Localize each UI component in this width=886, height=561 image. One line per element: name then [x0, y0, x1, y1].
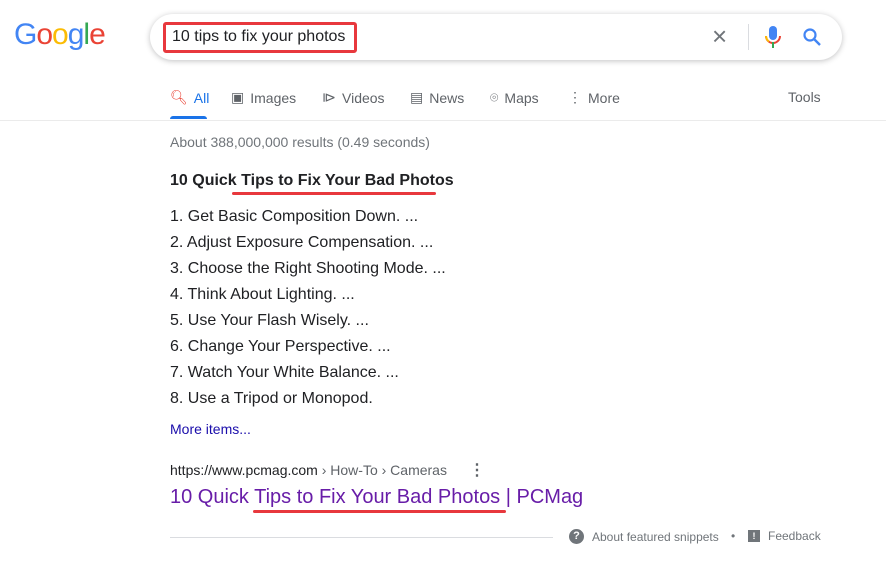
image-icon: ▣	[231, 89, 245, 105]
feedback-button[interactable]: ! Feedback	[748, 529, 821, 543]
tab-news[interactable]: ▤ News	[410, 89, 464, 106]
search-input[interactable]: 10 tips to fix your photos	[163, 22, 357, 53]
mic-icon[interactable]	[764, 25, 782, 49]
list-item: 2. Adjust Exposure Compensation. ...	[170, 234, 434, 251]
list-item: 5. Use Your Flash Wisely. ...	[170, 312, 369, 329]
about-featured-snippets[interactable]: ? About featured snippets	[569, 529, 719, 544]
divider	[0, 120, 886, 121]
help-icon: ?	[569, 529, 584, 544]
tab-images[interactable]: ▣ Images	[231, 89, 296, 106]
google-logo[interactable]: Google	[14, 18, 106, 52]
more-items-link[interactable]: More items...	[170, 421, 251, 437]
more-vert-icon: ⋮	[568, 89, 582, 105]
more-options-icon[interactable]: ⋮	[469, 460, 485, 480]
divider	[170, 537, 553, 538]
footer-separator: •	[731, 529, 736, 543]
tab-maps[interactable]: ⌾ Maps	[490, 89, 539, 106]
play-icon: ⧐	[322, 89, 336, 105]
active-tab-indicator	[170, 116, 207, 119]
snippet-title: 10 Quick Tips to Fix Your Bad Photos	[170, 172, 454, 189]
divider	[748, 24, 749, 50]
list-item: 1. Get Basic Composition Down. ...	[170, 208, 419, 225]
tab-more[interactable]: ⋮ More	[568, 89, 620, 106]
list-item: 8. Use a Tripod or Monopod.	[170, 390, 373, 407]
news-icon: ▤	[410, 89, 424, 105]
highlight-underline	[253, 510, 506, 513]
list-item: 4. Think About Lighting. ...	[170, 286, 355, 303]
result-url[interactable]: https://www.pcmag.com › How-To › Cameras	[170, 462, 447, 478]
search-icon: 🔍︎	[170, 89, 188, 105]
pin-icon: ⌾	[490, 89, 499, 105]
tab-all[interactable]: 🔍︎ All	[170, 89, 209, 106]
list-item: 7. Watch Your White Balance. ...	[170, 364, 399, 381]
close-icon[interactable]: ×	[712, 22, 727, 50]
snippet-list: 1. Get Basic Composition Down. ... 2. Ad…	[170, 204, 446, 412]
result-title-link[interactable]: 10 Quick Tips to Fix Your Bad Photos | P…	[170, 486, 583, 509]
highlight-underline	[232, 192, 436, 195]
list-item: 3. Choose the Right Shooting Mode. ...	[170, 260, 446, 277]
search-icon[interactable]	[802, 27, 822, 47]
tab-videos[interactable]: ⧐ Videos	[322, 89, 385, 106]
tools-button[interactable]: Tools	[788, 89, 821, 105]
result-stats: About 388,000,000 results (0.49 seconds)	[170, 134, 430, 150]
list-item: 6. Change Your Perspective. ...	[170, 338, 391, 355]
feedback-icon: !	[748, 530, 760, 542]
